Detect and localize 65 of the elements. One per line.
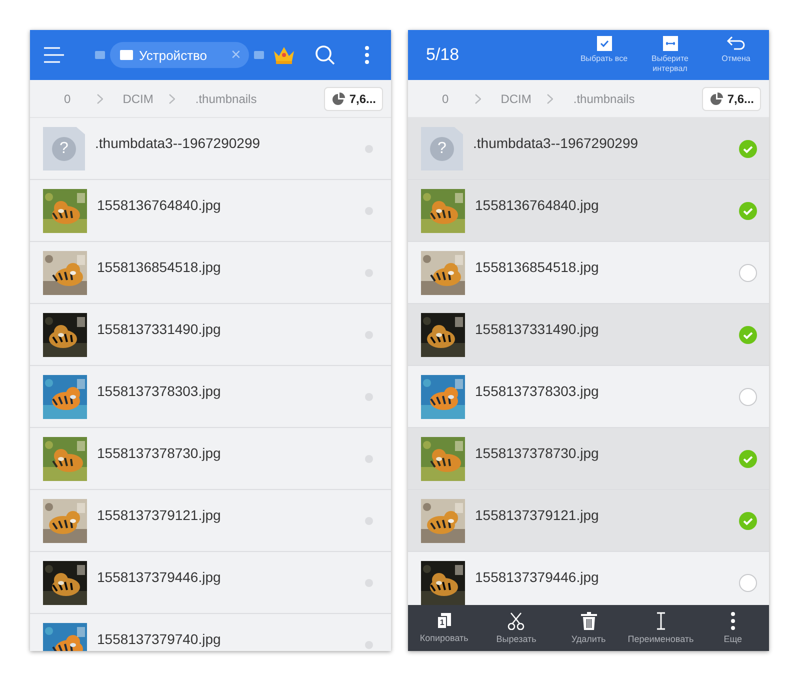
file-name: 1558137331490.jpg <box>475 320 600 336</box>
file-name: 1558137379121.jpg <box>475 506 600 522</box>
file-row[interactable]: 1558137378303.jpg <box>30 366 391 428</box>
file-name: 1558136854518.jpg <box>97 258 222 274</box>
file-row[interactable]: 1558137379121.jpg <box>408 490 769 552</box>
checked-icon[interactable] <box>739 140 757 158</box>
pie-chart-icon <box>331 92 346 106</box>
tab-icon[interactable] <box>254 51 264 59</box>
file-row[interactable]: 1558136764840.jpg <box>30 180 391 242</box>
unchecked-icon[interactable] <box>739 388 757 406</box>
checked-icon[interactable] <box>739 326 757 344</box>
chevron-icon <box>96 94 103 104</box>
file-name: 1558137378730.jpg <box>97 444 222 460</box>
unknown-file-icon: ? <box>43 126 85 170</box>
storage-button[interactable]: 7,6... <box>702 86 761 110</box>
more-icon <box>730 612 735 630</box>
file-name: 1558137379446.jpg <box>97 568 222 584</box>
file-row[interactable]: 1558136854518.jpg <box>408 242 769 304</box>
search-icon[interactable] <box>314 45 335 65</box>
file-row[interactable]: 1558137379740.jpg <box>30 614 391 651</box>
range-icon <box>662 36 678 51</box>
file-name: 1558137378730.jpg <box>475 444 600 460</box>
file-row[interactable]: 1558136854518.jpg <box>30 242 391 304</box>
file-row[interactable]: 1558137379446.jpg <box>30 552 391 614</box>
file-name: 1558137379740.jpg <box>97 630 222 646</box>
file-row[interactable]: 1558136764840.jpg <box>408 180 769 242</box>
chevron-icon <box>474 94 481 104</box>
file-name: 1558137378303.jpg <box>97 382 222 398</box>
file-row[interactable]: 1558137378730.jpg <box>30 428 391 490</box>
text-cursor-icon <box>656 612 666 630</box>
file-row[interactable]: 1558137331490.jpg <box>30 304 391 366</box>
trash-icon <box>580 612 596 630</box>
file-name: 1558137379121.jpg <box>97 506 222 522</box>
storage-button[interactable]: 7,6... <box>324 86 383 110</box>
file-row[interactable]: 1558137378730.jpg <box>408 428 769 490</box>
checked-icon[interactable] <box>739 512 757 530</box>
unknown-file-icon: ? <box>421 126 463 170</box>
file-name: 1558136854518.jpg <box>475 258 600 274</box>
file-name: 1558137331490.jpg <box>97 320 222 336</box>
file-name: 1558136764840.jpg <box>475 196 600 212</box>
file-name: .thumbdata3--1967290299 <box>95 134 262 150</box>
checkbox-icon <box>596 36 612 51</box>
file-row[interactable]: 1558137378303.jpg <box>408 366 769 428</box>
file-row[interactable]: 1558137379121.jpg <box>30 490 391 552</box>
menu-icon[interactable] <box>44 47 64 63</box>
selection-count: 5/18 <box>426 45 460 65</box>
file-row[interactable]: 1558137331490.jpg <box>408 304 769 366</box>
scissors-icon <box>507 612 526 630</box>
file-name: 1558137379446.jpg <box>475 568 600 584</box>
unchecked-icon[interactable] <box>739 264 757 282</box>
chevron-icon <box>169 94 176 104</box>
unchecked-icon[interactable] <box>739 574 757 592</box>
tab-icon[interactable] <box>95 51 105 59</box>
crown-icon[interactable] <box>272 46 295 64</box>
checked-icon[interactable] <box>739 450 757 468</box>
file-row[interactable]: ? .thumbdata3--1967290299 <box>408 118 769 180</box>
file-name: 1558137378303.jpg <box>475 382 600 398</box>
file-row[interactable]: ? .thumbdata3--1967290299 <box>30 118 391 180</box>
file-name: 1558136764840.jpg <box>97 196 222 212</box>
chevron-icon <box>547 94 554 104</box>
checked-icon[interactable] <box>739 202 757 220</box>
more-icon[interactable] <box>364 46 369 64</box>
file-name: .thumbdata3--1967290299 <box>473 134 640 150</box>
pie-chart-icon <box>709 92 724 106</box>
undo-icon <box>726 36 746 51</box>
